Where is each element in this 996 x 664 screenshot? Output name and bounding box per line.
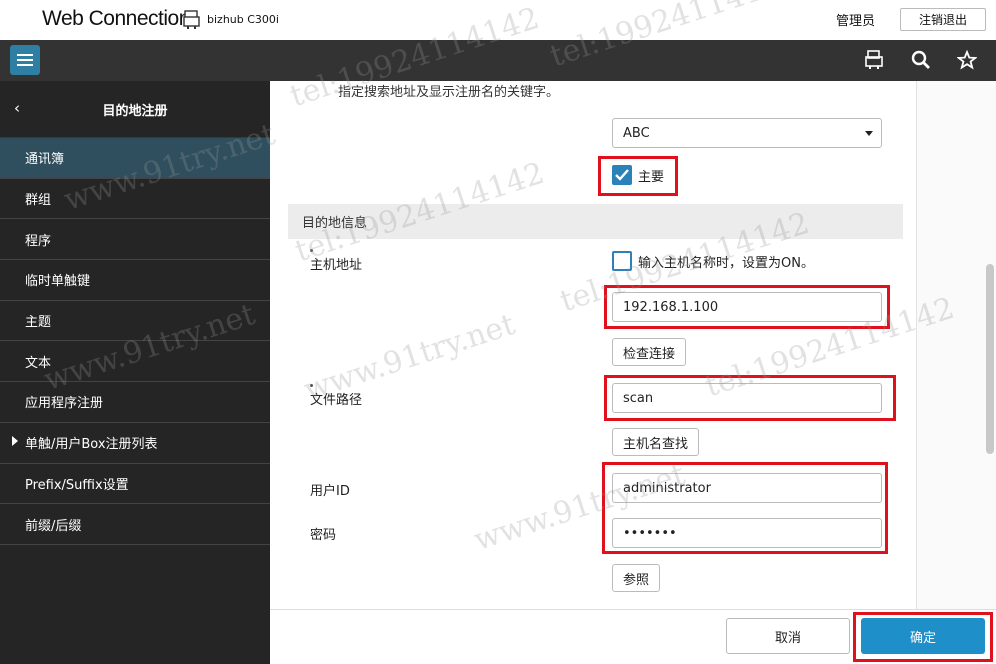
sidebar-item-temp-onetouch[interactable]: 临时单触键 [0,260,270,301]
main-checkbox[interactable] [612,165,632,185]
menu-button[interactable] [10,45,40,75]
file-path-input[interactable]: scan [612,383,882,413]
search-button[interactable] [909,48,933,72]
ok-button[interactable]: 确定 [861,618,985,654]
printer-icon [865,50,883,69]
sidebar-item-label: 应用程序注册 [25,396,104,412]
expand-caret-icon [12,435,18,446]
form-panel: 指定搜索地址及显示注册名的关键字。 ABC 主要 目的地信息 主机地址 输入主机… [288,81,916,609]
sidebar-item-label: 通讯簿 [25,152,65,168]
sidebar-item-app-registration[interactable]: 应用程序注册 [0,382,270,423]
search-icon [911,50,930,69]
sidebar-item-label: 群组 [25,193,52,209]
printer-icon [183,10,200,29]
required-dot [310,249,313,252]
sidebar-item-label: Prefix/Suffix设置 [25,477,129,493]
host-label: 主机地址 [310,258,363,273]
host-search-button[interactable]: 主机名查找 [612,428,700,456]
index-select-value: ABC [623,125,650,141]
sidebar-item-label: 程序 [25,233,52,249]
sidebar-item-box-list[interactable]: 单触/用户Box注册列表 [0,423,270,464]
right-gutter [916,81,996,609]
hostname-checkbox[interactable] [612,251,632,271]
sidebar-item-label: 文本 [25,355,52,371]
cancel-button[interactable]: 取消 [726,618,850,654]
required-dot [310,384,313,387]
star-icon [957,50,977,70]
sidebar: ‹ 目的地注册 通讯簿 群组 程序 临时单触键 主题 文本 应用程序注册 单触/… [0,81,270,664]
nav-bar [0,40,996,81]
sidebar-item-prefix-suffix-settings[interactable]: Prefix/Suffix设置 [0,464,270,505]
sidebar-item-prefix-suffix[interactable]: 前缀/后缀 [0,504,270,545]
logout-button[interactable]: 注销退出 [900,8,986,31]
index-select[interactable]: ABC [612,118,882,148]
sidebar-item-label: 单触/用户Box注册列表 [25,437,158,453]
host-address-input[interactable]: 192.168.1.100 [612,292,882,322]
footer-bar: 取消 确定 [270,609,996,664]
sidebar-item-group[interactable]: 群组 [0,179,270,220]
brand-title: Web Connection [42,7,190,30]
sidebar-item-label: 前缀/后缀 [25,518,82,534]
sidebar-item-text[interactable]: 文本 [0,341,270,383]
user-id-input[interactable]: administrator [612,473,882,503]
check-connection-button[interactable]: 检查连接 [612,338,687,366]
hint-text: 指定搜索地址及显示注册名的关键字。 [338,85,560,100]
section-title: 目的地信息 [302,216,368,231]
section-header: 目的地信息 [288,204,903,239]
password-label: 密码 [310,528,337,543]
sidebar-item-address-book[interactable]: 通讯簿 [0,138,270,179]
host-option-row: 输入主机名称时，设置为ON。 [612,251,814,271]
sidebar-item-label: 主题 [25,315,52,331]
path-label: 文件路径 [310,393,363,408]
admin-label: 管理员 [836,14,876,29]
sidebar-title: 目的地注册 [102,104,168,119]
chevron-down-icon [865,131,873,136]
sidebar-header: ‹ 目的地注册 [0,81,270,138]
browse-button[interactable]: 参照 [612,564,661,592]
main-content: 指定搜索地址及显示注册名的关键字。 ABC 主要 目的地信息 主机地址 输入主机… [270,81,996,664]
menu-icon [17,54,33,66]
password-input[interactable]: ••••••• [612,518,882,548]
sidebar-item-subject[interactable]: 主题 [0,301,270,342]
device-button[interactable] [862,48,886,72]
device-model: bizhub C300i [207,13,279,26]
top-bar: Web Connection bizhub C300i 管理员 注销退出 [0,0,996,40]
user-id-label: 用户ID [310,484,350,499]
favorite-button[interactable] [955,48,979,72]
hostname-checkbox-label: 输入主机名称时，设置为ON。 [638,255,814,271]
sidebar-item-label: 临时单触键 [25,274,91,290]
main-checkbox-label: 主要 [638,169,665,185]
scrollbar[interactable] [986,264,994,454]
check-icon [615,169,629,181]
main-row: 主要 [612,165,664,185]
sidebar-item-program[interactable]: 程序 [0,219,270,261]
